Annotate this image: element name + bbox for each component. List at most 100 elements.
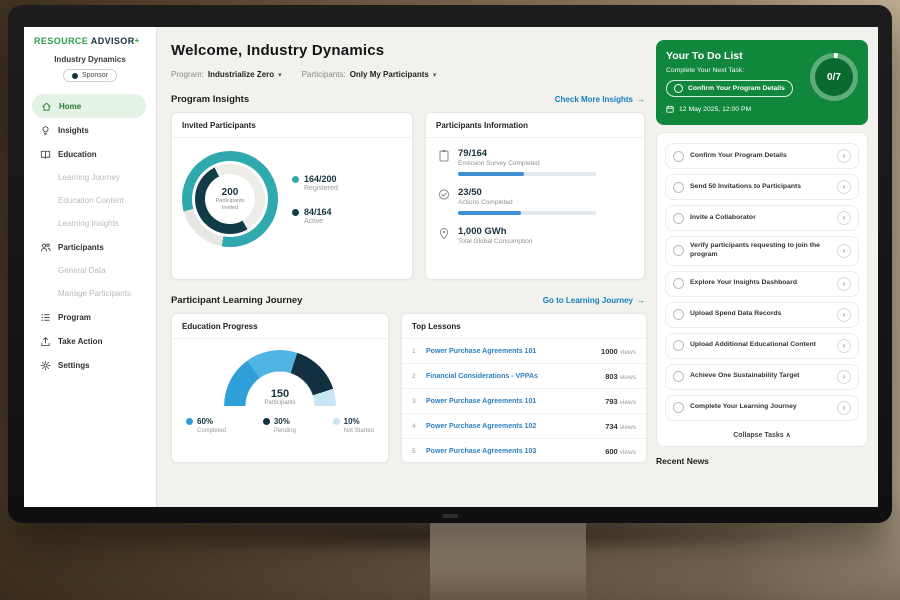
task-verify-participants[interactable]: Verify participants requesting to join t… <box>665 236 859 266</box>
chevron-up-icon: ∧ <box>786 432 791 439</box>
filters-row: Program: Industrialize Zero ▾ Participan… <box>171 70 657 79</box>
invited-participants-card: Invited Participants 200 Participants In… <box>171 112 413 280</box>
next-task-due: 12 May 2025, 12:00 PM <box>666 105 858 113</box>
section-title-learning-journey: Participant Learning Journey <box>171 295 302 306</box>
sidebar-item-learning-journey[interactable]: Learning Journey <box>24 166 156 189</box>
sidebar-item-take-action[interactable]: Take Action <box>24 329 156 353</box>
go-to-learning-journey-link[interactable]: Go to Learning Journey → <box>543 296 645 305</box>
lesson-link[interactable]: Power Purchase Agreements 101 <box>426 348 594 355</box>
metric-emission-survey: 79/164 Emission Survey Completed <box>438 148 632 176</box>
completed-dot <box>186 418 193 425</box>
task-invite-collaborator[interactable]: Invite a Collaborator › <box>665 205 859 231</box>
sidebar-item-insights[interactable]: Insights <box>24 118 156 142</box>
list-icon <box>40 312 51 323</box>
chevron-right-icon[interactable]: › <box>837 211 851 225</box>
chevron-right-icon[interactable]: › <box>837 244 851 258</box>
page-title: Welcome, Industry Dynamics <box>171 42 657 59</box>
top-lessons-card: Top Lessons 1 Power Purchase Agreements … <box>401 313 647 463</box>
checkbox-icon[interactable] <box>673 151 684 162</box>
checkbox-icon[interactable] <box>673 340 684 351</box>
legend-item-pending: 30% Pending <box>263 417 296 434</box>
checkbox-icon[interactable] <box>673 278 684 289</box>
actions-completed-progress-bar <box>458 211 596 215</box>
lesson-link[interactable]: Power Purchase Agreements 103 <box>426 448 598 455</box>
card-title: Top Lessons <box>402 314 646 339</box>
chevron-down-icon: ▾ <box>278 71 282 79</box>
sidebar-nav: Home Insights Education Learning Journey <box>24 94 156 377</box>
arrow-right-icon: → <box>637 95 645 104</box>
lesson-link[interactable]: Power Purchase Agreements 102 <box>426 423 598 430</box>
metric-actions-completed: 23/50 Actions Completed <box>438 187 632 215</box>
chevron-right-icon[interactable]: › <box>837 401 851 415</box>
brand-plus: + <box>135 36 140 45</box>
sidebar-item-education-content[interactable]: Education Content <box>24 189 156 212</box>
task-explore-insights[interactable]: Explore Your Insights Dashboard › <box>665 271 859 297</box>
task-send-invitations[interactable]: Send 50 Invitations to Participants › <box>665 174 859 200</box>
checkbox-icon[interactable] <box>673 371 684 382</box>
section-title-recent-news: Recent News <box>656 456 868 466</box>
legend-item-active: 84/164 Active <box>292 207 338 225</box>
participants-information-card: Participants Information 79/164 Emission… <box>425 112 645 280</box>
lesson-row: 1 Power Purchase Agreements 101 1000view… <box>402 339 646 364</box>
sidebar-item-settings[interactable]: Settings <box>24 353 156 377</box>
task-checkbox-icon <box>674 84 683 93</box>
upload-icon <box>40 336 51 347</box>
sponsor-icon <box>72 73 78 79</box>
lesson-link[interactable]: Power Purchase Agreements 101 <box>426 398 598 405</box>
collapse-tasks-link[interactable]: Collapse Tasks ∧ <box>665 426 859 443</box>
chevron-right-icon[interactable]: › <box>837 308 851 322</box>
checkbox-icon[interactable] <box>673 245 684 256</box>
education-progress-card: Education Progress 150 Participants 60% <box>171 313 389 463</box>
card-title: Participants Information <box>426 113 644 138</box>
legend-item-registered: 164/200 Registered <box>292 174 338 192</box>
donut-center-value: 200 <box>222 187 239 198</box>
pending-dot <box>263 418 270 425</box>
sponsor-label: Sponsor <box>82 72 108 79</box>
task-confirm-program-details[interactable]: Confirm Your Program Details › <box>665 143 859 169</box>
sidebar-item-manage-participants[interactable]: Manage Participants <box>24 282 156 305</box>
donut-center-label: Participants Invited <box>209 198 251 212</box>
sidebar-item-home[interactable]: Home <box>32 94 146 118</box>
lesson-link[interactable]: Financial Considerations - VPPAs <box>426 373 598 380</box>
gauge-center-label: Participants <box>224 400 336 406</box>
background-scene: RESOURCE ADVISOR+ Industry Dynamics Spon… <box>0 0 900 600</box>
calendar-icon <box>666 105 674 113</box>
sidebar-item-participants[interactable]: Participants <box>24 235 156 259</box>
organization-name: Industry Dynamics <box>24 55 156 64</box>
main-content: Welcome, Industry Dynamics Program: Indu… <box>157 27 657 507</box>
dashboard-screen: RESOURCE ADVISOR+ Industry Dynamics Spon… <box>24 27 878 507</box>
education-progress-gauge-chart: 150 Participants <box>224 350 336 406</box>
checkbox-icon[interactable] <box>673 213 684 224</box>
donut-legend: 164/200 Registered 84/164 Active <box>292 174 338 225</box>
sidebar-item-education[interactable]: Education <box>24 142 156 166</box>
chevron-right-icon[interactable]: › <box>837 370 851 384</box>
sidebar-item-program[interactable]: Program <box>24 305 156 329</box>
sidebar-item-general-data[interactable]: General Data <box>24 259 156 282</box>
lesson-row: 2 Financial Considerations - VPPAs 803vi… <box>402 364 646 389</box>
sidebar-item-learning-insights[interactable]: Learning Insights <box>24 212 156 235</box>
checkbox-icon[interactable] <box>673 309 684 320</box>
legend-item-completed: 60% Completed <box>186 417 226 434</box>
app-logo: RESOURCE ADVISOR+ <box>24 27 156 46</box>
check-more-insights-link[interactable]: Check More Insights → <box>555 95 645 104</box>
next-task-chip[interactable]: Confirm Your Program Details <box>666 80 793 97</box>
task-upload-educational-content[interactable]: Upload Additional Educational Content › <box>665 333 859 359</box>
sponsor-badge[interactable]: Sponsor <box>63 69 117 82</box>
lesson-row: 4 Power Purchase Agreements 102 734views <box>402 414 646 439</box>
checkbox-icon[interactable] <box>673 402 684 413</box>
gear-icon <box>40 360 51 371</box>
section-title-program-insights: Program Insights <box>171 94 249 105</box>
task-upload-spend-data[interactable]: Upload Spend Data Records › <box>665 302 859 328</box>
chevron-right-icon[interactable]: › <box>837 180 851 194</box>
program-filter[interactable]: Program: Industrialize Zero ▾ <box>171 70 282 79</box>
emission-survey-progress-bar <box>458 172 596 176</box>
participants-filter[interactable]: Participants: Only My Participants ▾ <box>302 70 437 79</box>
legend-item-not-started: 10% Not Started <box>333 417 374 434</box>
chevron-right-icon[interactable]: › <box>837 149 851 163</box>
chevron-right-icon[interactable]: › <box>837 339 851 353</box>
checkbox-icon[interactable] <box>673 182 684 193</box>
brand-secondary: ADVISOR <box>91 36 135 46</box>
task-complete-learning-journey[interactable]: Complete Your Learning Journey › <box>665 395 859 421</box>
task-achieve-sustainability-target[interactable]: Achieve One Sustainability Target › <box>665 364 859 390</box>
chevron-right-icon[interactable]: › <box>837 277 851 291</box>
